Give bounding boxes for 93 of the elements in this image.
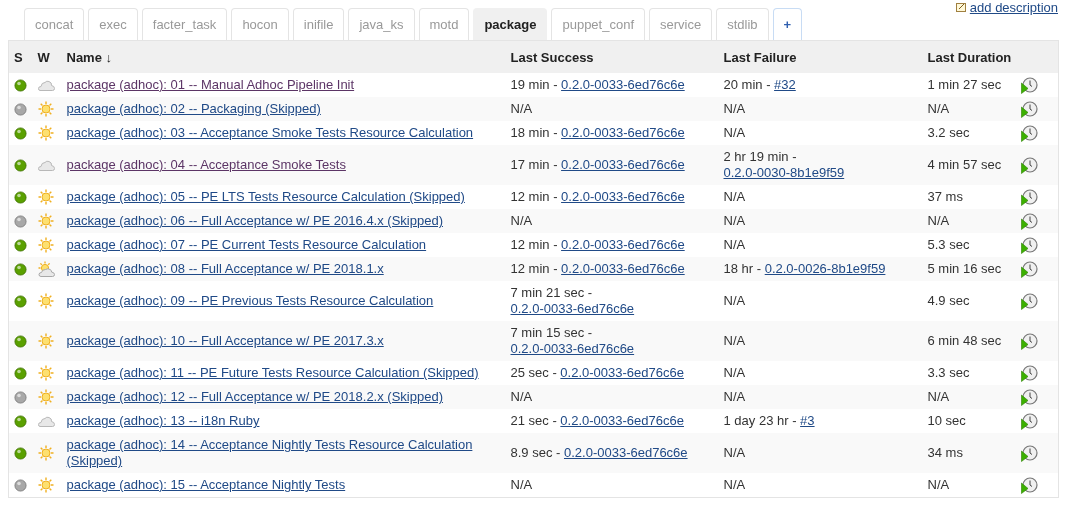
duration-text: N/A: [927, 477, 950, 492]
duration-text: 1 min 27 sec: [927, 77, 1002, 92]
schedule-build-button[interactable]: [1020, 332, 1038, 350]
last-failure-text: 2 hr 19 min -: [723, 149, 797, 164]
build-link[interactable]: 0.2.0-0033-6ed76c6e: [563, 445, 688, 460]
schedule-build-button[interactable]: [1020, 188, 1038, 206]
add-view-tab[interactable]: +: [772, 8, 803, 40]
column-header: W: [37, 49, 50, 65]
last-success-text: N/A: [510, 101, 533, 116]
column-header: Last Failure: [723, 49, 797, 65]
duration-text: N/A: [927, 213, 950, 228]
last-success-text: 12 min -: [510, 261, 559, 276]
last-success-text: 12 min -: [510, 237, 559, 252]
last-success-text: N/A: [510, 389, 533, 404]
last-failure-text: N/A: [723, 445, 746, 460]
schedule-build-button[interactable]: [1020, 212, 1038, 230]
build-link[interactable]: 0.2.0-0033-6ed76c6e: [561, 157, 685, 172]
build-link[interactable]: 0.2.0-0030-8b1e9f59: [723, 165, 845, 180]
job-link[interactable]: package (adhoc): 11 -- PE Future Tests Resource Calculation (Skipped): [66, 365, 479, 381]
duration-text: 6 min 48 sec: [927, 333, 1002, 348]
last-success-text: 21 sec -: [510, 413, 558, 428]
last-success-text: 19 min -: [510, 77, 559, 92]
last-success-text: 25 sec -: [510, 365, 558, 380]
build-link[interactable]: 0.2.0-0033-6ed76c6e: [561, 237, 685, 252]
duration-text: 5 min 16 sec: [927, 261, 1002, 276]
schedule-build-button[interactable]: [1020, 124, 1038, 142]
build-link[interactable]: 0.2.0-0033-6ed76c6e: [560, 413, 684, 428]
build-link[interactable]: 0.2.0-0033-6ed76c6e: [561, 125, 685, 140]
column-header: Last Duration: [927, 49, 1012, 65]
duration-text: 37 ms: [927, 189, 963, 204]
build-link[interactable]: 0.2.0-0033-6ed76c6e: [560, 365, 684, 380]
duration-text: 4.9 sec: [927, 293, 970, 308]
last-success-text: 18 min -: [510, 125, 559, 140]
duration-text: 10 sec: [927, 413, 966, 428]
last-failure-text: 20 min -: [723, 77, 772, 92]
last-success-text: 17 min -: [510, 157, 559, 172]
schedule-build-button[interactable]: [1020, 444, 1038, 462]
duration-text: N/A: [927, 101, 950, 116]
schedule-build-button[interactable]: [1020, 388, 1038, 406]
job-link[interactable]: package (adhoc): 07 -- PE Current Tests Resource Calculation: [66, 237, 427, 253]
schedule-build-button[interactable]: [1020, 100, 1038, 118]
job-link[interactable]: package (adhoc): 01 -- Manual Adhoc Pipeline Init: [66, 77, 355, 93]
last-failure-text: 1 day 23 hr -: [723, 413, 798, 428]
job-link[interactable]: package (adhoc): 13 -- i18n Ruby: [66, 413, 260, 429]
view-tab[interactable]: package: [473, 8, 548, 40]
last-failure-text: N/A: [723, 213, 746, 228]
schedule-build-button[interactable]: [1020, 476, 1038, 494]
add-description-link[interactable]: add description: [969, 0, 1058, 15]
last-failure-text: N/A: [723, 237, 746, 252]
schedule-build-button[interactable]: [1020, 156, 1038, 174]
build-link[interactable]: #32: [774, 77, 796, 92]
build-link[interactable]: 0.2.0-0033-6ed76c6e: [561, 261, 685, 276]
last-failure-text: N/A: [723, 477, 746, 492]
last-failure-text: N/A: [723, 293, 746, 308]
job-link[interactable]: package (adhoc): 15 -- Acceptance Nightly Tests: [66, 477, 346, 493]
schedule-build-button[interactable]: [1020, 292, 1038, 310]
last-success-text: 7 min 21 sec -: [510, 285, 593, 300]
last-success-text: 12 min -: [510, 189, 559, 204]
last-success-text: 7 min 15 sec -: [510, 325, 593, 340]
duration-text: 4 min 57 sec: [927, 157, 1002, 172]
last-failure-text: N/A: [723, 189, 746, 204]
job-link[interactable]: package (adhoc): 03 -- Acceptance Smoke Tests Resource Calculation: [66, 125, 474, 141]
last-failure-text: N/A: [723, 365, 746, 380]
build-link[interactable]: 0.2.0-0026-8b1e9f59: [764, 261, 886, 276]
edit-note-icon: [955, 3, 967, 12]
duration-text: 3.2 sec: [927, 125, 970, 140]
schedule-build-button[interactable]: [1020, 412, 1038, 430]
job-link[interactable]: package (adhoc): 05 -- PE LTS Tests Resource Calculation (Skipped): [66, 189, 465, 205]
column-header[interactable]: Name ↓: [66, 49, 113, 65]
last-failure-text: N/A: [723, 333, 746, 348]
last-success-text: N/A: [510, 213, 533, 228]
build-link[interactable]: 0.2.0-0033-6ed76c6e: [510, 341, 635, 356]
last-failure-text: N/A: [723, 389, 746, 404]
schedule-build-button[interactable]: [1020, 236, 1038, 254]
duration-text: 5.3 sec: [927, 237, 970, 252]
job-link[interactable]: package (adhoc): 09 -- PE Previous Tests Resource Calculation: [66, 293, 434, 309]
duration-text: 34 ms: [927, 445, 963, 460]
column-header: S: [14, 49, 23, 65]
last-failure-text: N/A: [723, 101, 746, 116]
last-failure-text: 18 hr -: [723, 261, 763, 276]
schedule-build-button[interactable]: [1020, 76, 1038, 94]
schedule-build-button[interactable]: [1020, 364, 1038, 382]
last-success-text: 8.9 sec -: [510, 445, 562, 460]
build-link[interactable]: 0.2.0-0033-6ed76c6e: [510, 301, 635, 316]
duration-text: N/A: [927, 389, 950, 404]
duration-text: 3.3 sec: [927, 365, 970, 380]
last-failure-text: N/A: [723, 125, 746, 140]
build-link[interactable]: #3: [800, 413, 815, 428]
last-success-text: N/A: [510, 477, 533, 492]
build-link[interactable]: 0.2.0-0033-6ed76c6e: [561, 77, 685, 92]
column-header: Last Success: [510, 49, 594, 65]
build-link[interactable]: 0.2.0-0033-6ed76c6e: [561, 189, 685, 204]
schedule-build-button[interactable]: [1020, 260, 1038, 278]
